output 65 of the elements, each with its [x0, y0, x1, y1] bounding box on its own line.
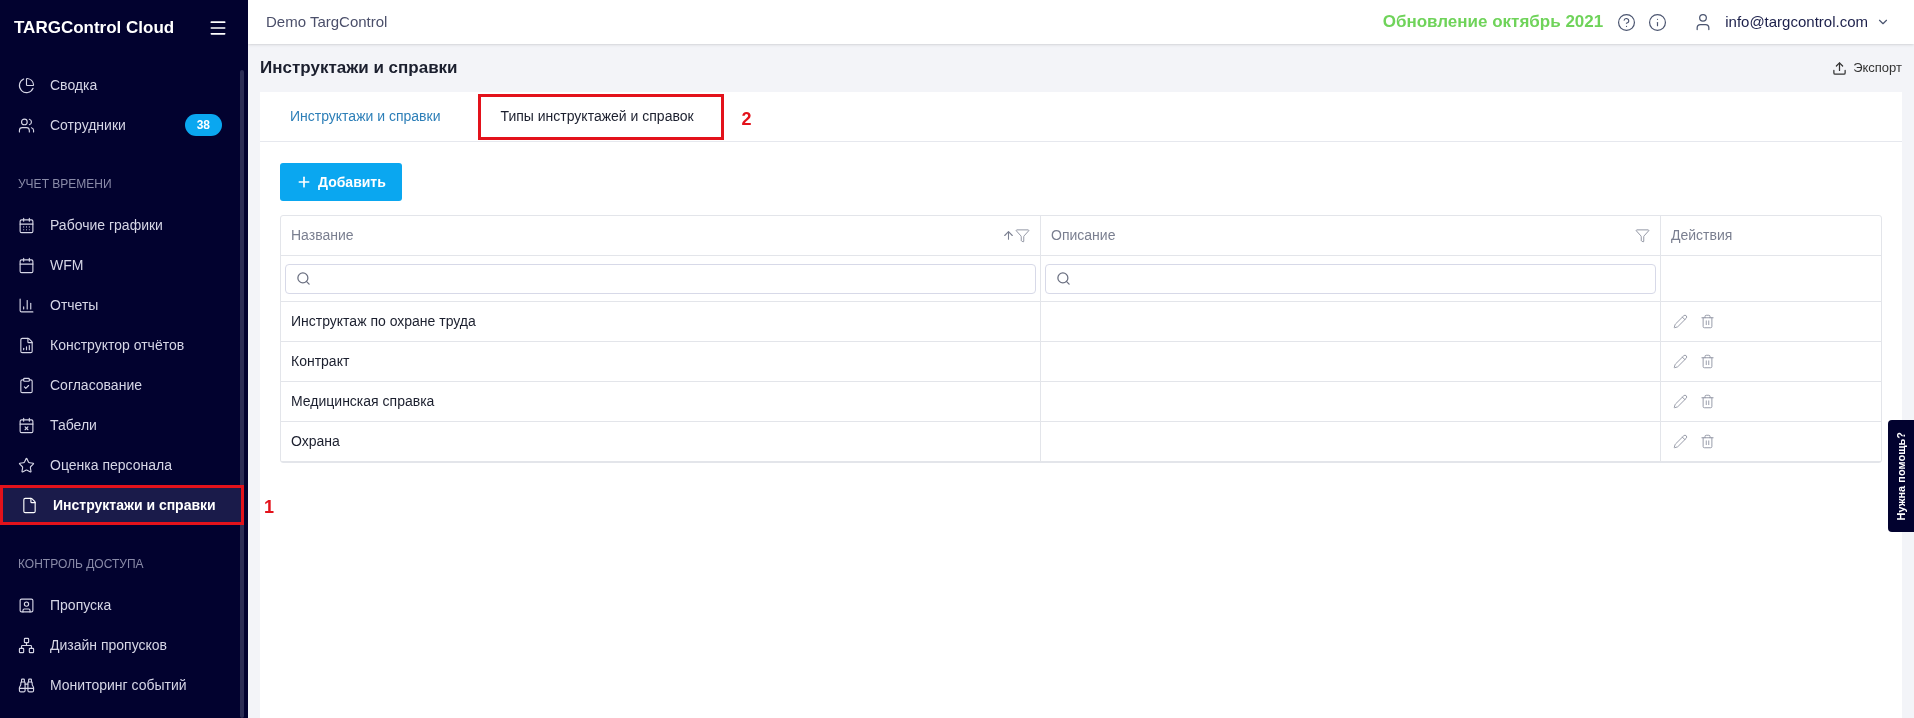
edit-icon[interactable]	[1673, 394, 1688, 409]
sidebar-item[interactable]: Конструктор отчётов	[0, 325, 238, 365]
help-tab[interactable]: Нужна помощь?	[1888, 420, 1914, 532]
table-cell-text: Инструктаж по охране труда	[291, 312, 476, 331]
sidebar-item[interactable]: Согласование	[0, 365, 238, 405]
network-icon	[18, 636, 35, 654]
menu-icon[interactable]	[208, 18, 228, 38]
search-field[interactable]	[1045, 263, 1656, 294]
delete-icon[interactable]	[1700, 434, 1715, 449]
table-cell-text: Медицинская справка	[291, 392, 435, 411]
tab[interactable]: Инструктажи и справки	[280, 92, 471, 141]
sidebar-item[interactable]: Оценка персонала	[0, 445, 238, 485]
sidebar-item[interactable]: Сотрудники 38	[0, 105, 238, 145]
pie-chart-icon	[18, 76, 35, 94]
sidebar-item[interactable]: Рабочие графики	[0, 205, 238, 245]
section-heading: УЧЕТ ВРЕМЕНИ	[17, 176, 113, 193]
search-icon	[1056, 271, 1071, 286]
clipboard-check-icon	[18, 376, 35, 394]
people-icon	[18, 116, 35, 134]
annotation-number: 2	[741, 108, 752, 131]
table-cell-text: Контракт	[291, 352, 350, 371]
help-icon[interactable]	[1617, 12, 1637, 32]
binoculars-icon	[18, 676, 35, 694]
delete-icon[interactable]	[1700, 394, 1715, 409]
calendar-icon	[18, 216, 35, 234]
column-header[interactable]: Действия	[1661, 216, 1881, 255]
document-chart-icon	[18, 336, 35, 354]
table-cell-text: Охрана	[291, 432, 340, 451]
delete-icon[interactable]	[1700, 354, 1715, 369]
sidebar-item[interactable]: WFM	[0, 245, 238, 285]
sidebar-item[interactable]: Пропуска	[0, 585, 238, 625]
calendar-icon	[18, 256, 35, 274]
star-icon	[18, 456, 35, 474]
edit-icon[interactable]	[1673, 354, 1688, 369]
export-button[interactable]: Экспорт	[1832, 58, 1902, 78]
org-name: Demo TargControl	[266, 11, 388, 32]
search-icon	[296, 271, 311, 286]
section-heading: КОНТРОЛЬ ДОСТУПА	[17, 556, 145, 573]
column-header[interactable]: Название	[281, 216, 1041, 255]
sidebar-item[interactable]: Инструктажи и справки	[3, 488, 241, 522]
sidebar-item[interactable]: Сводка	[0, 65, 238, 105]
page-title: Инструктажи и справки	[260, 57, 458, 80]
filter-icon[interactable]	[1635, 228, 1650, 243]
sidebar-item[interactable]: Отчеты	[0, 285, 238, 325]
filter-icon[interactable]	[1015, 228, 1030, 243]
sidebar-item[interactable]: Табели	[0, 405, 238, 445]
delete-icon[interactable]	[1700, 314, 1715, 329]
edit-icon[interactable]	[1673, 314, 1688, 329]
brand-logo: TARGControl Cloud	[14, 17, 175, 40]
edit-icon[interactable]	[1673, 434, 1688, 449]
info-icon[interactable]	[1648, 12, 1668, 32]
bar-chart-icon	[18, 296, 35, 314]
search-field[interactable]	[285, 263, 1036, 294]
user-email[interactable]: info@targcontrol.com	[1725, 10, 1868, 34]
count-badge: 38	[184, 114, 222, 136]
id-card-icon	[18, 596, 35, 614]
annotation-number: 1	[264, 496, 274, 519]
plus-icon	[296, 174, 312, 190]
sidebar-item[interactable]: Дизайн пропусков	[0, 625, 238, 665]
sort-arrow-icon[interactable]	[1002, 229, 1015, 242]
export-icon	[1832, 60, 1848, 76]
column-header[interactable]: Описание	[1041, 216, 1661, 255]
calendar-x-icon	[18, 416, 35, 434]
document-icon	[21, 496, 38, 514]
sidebar-item[interactable]: Мониторинг событий	[0, 665, 238, 705]
